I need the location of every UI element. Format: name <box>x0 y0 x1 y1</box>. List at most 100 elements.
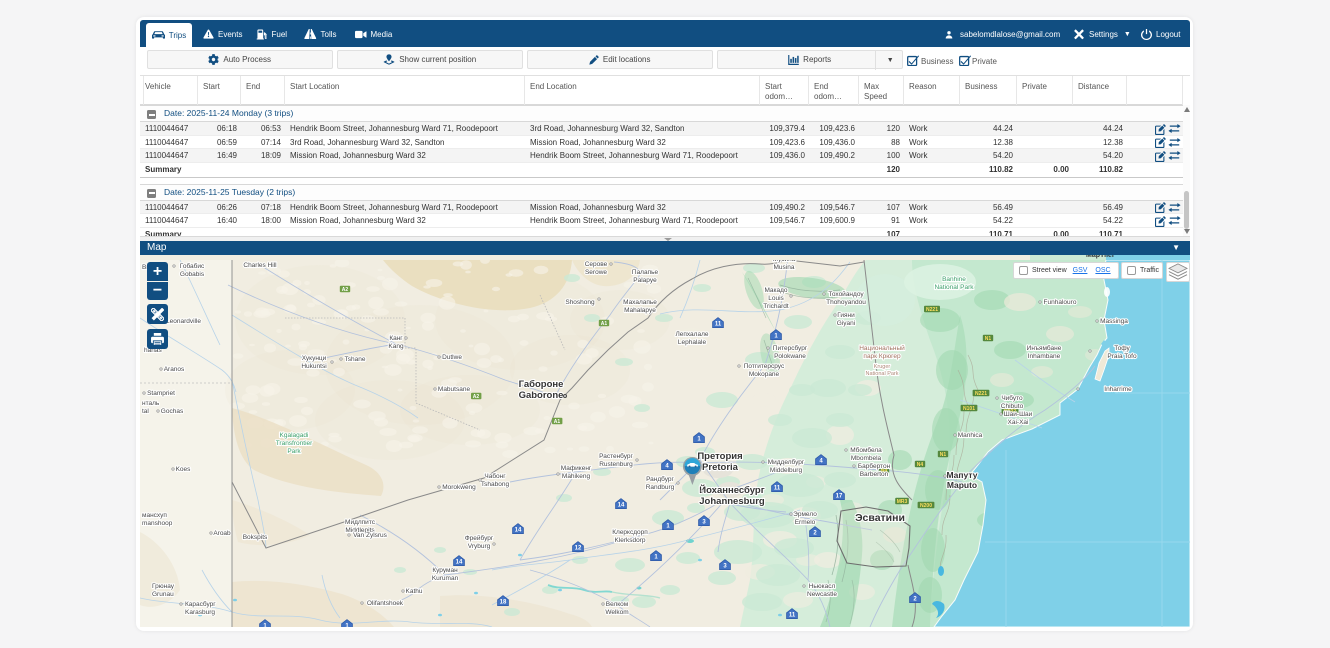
svg-text:tal: tal <box>142 408 149 415</box>
svg-text:Гобабис: Гобабис <box>180 262 205 270</box>
svg-text:Kruger: Kruger <box>874 364 891 370</box>
svg-text:Bokspits: Bokspits <box>243 534 268 541</box>
svg-text:N1: N1 <box>985 336 992 342</box>
svg-text:Thohoyandou: Thohoyandou <box>826 299 866 306</box>
svg-text:Pretoria: Pretoria <box>702 462 739 473</box>
svg-text:Transfrontier: Transfrontier <box>276 440 313 447</box>
svg-text:Musina: Musina <box>774 264 795 271</box>
svg-text:Shoshong: Shoshong <box>565 299 595 306</box>
svg-text:мансхуп: мансхуп <box>142 512 167 519</box>
svg-text:Мафикенг: Мафикенг <box>561 465 592 472</box>
svg-text:Чибуто: Чибуто <box>1001 394 1023 402</box>
svg-text:Мидделбург: Мидделбург <box>768 458 805 466</box>
svg-text:Рандбург: Рандбург <box>646 475 674 483</box>
svg-text:Xai-Xai: Xai-Xai <box>1008 419 1029 426</box>
svg-text:Maputo: Maputo <box>947 480 977 490</box>
svg-text:A2: A2 <box>342 287 349 293</box>
svg-text:Национальный: Национальный <box>859 344 905 352</box>
svg-text:Kuruman: Kuruman <box>432 575 459 582</box>
svg-text:Palapye: Palapye <box>633 277 657 284</box>
svg-text:Mabutsane: Mabutsane <box>438 386 471 393</box>
svg-text:A2: A2 <box>473 394 480 400</box>
svg-text:Olifantshoek: Olifantshoek <box>367 600 404 607</box>
svg-text:Mahalapye: Mahalapye <box>624 307 656 314</box>
svg-text:Гияни: Гияни <box>837 312 855 319</box>
svg-text:Lephalale: Lephalale <box>678 339 707 346</box>
svg-text:Инъямбане: Инъямбане <box>1027 344 1062 352</box>
svg-text:14: 14 <box>515 528 522 534</box>
svg-text:Эрмело: Эрмело <box>793 511 817 518</box>
svg-text:Banhine: Banhine <box>942 276 966 283</box>
svg-text:Kang: Kang <box>388 343 404 350</box>
svg-text:Newcastle: Newcastle <box>807 591 837 598</box>
svg-text:Hukuntsi: Hukuntsi <box>301 363 326 370</box>
svg-text:Габороне: Габороне <box>519 379 564 390</box>
svg-text:Aroab: Aroab <box>213 530 231 537</box>
svg-text:N200: N200 <box>920 503 932 509</box>
svg-text:Middelburg: Middelburg <box>770 467 803 474</box>
svg-text:Макадо: Макадо <box>764 287 787 294</box>
svg-text:14: 14 <box>456 560 463 566</box>
svg-text:18: 18 <box>500 600 507 606</box>
svg-text:Палапье: Палапье <box>632 269 659 276</box>
svg-text:N221: N221 <box>926 307 938 313</box>
svg-text:Ermelo: Ermelo <box>795 519 816 526</box>
svg-text:12: 12 <box>575 546 582 552</box>
svg-text:Карасбург: Карасбург <box>185 600 216 608</box>
svg-text:A1: A1 <box>554 419 561 425</box>
svg-text:Morokweng: Morokweng <box>442 484 476 491</box>
svg-text:Ньюкасл: Ньюкасл <box>809 583 836 590</box>
svg-text:Inhambane: Inhambane <box>1028 353 1061 360</box>
svg-text:N221: N221 <box>975 391 987 397</box>
svg-text:Praia Tofo: Praia Tofo <box>1107 353 1137 360</box>
svg-text:Tshane: Tshane <box>345 356 366 363</box>
svg-text:Растенбург: Растенбург <box>599 452 633 460</box>
svg-text:N1: N1 <box>940 452 947 458</box>
svg-text:Хукунци: Хукунци <box>302 355 327 362</box>
svg-text:Мбомбела: Мбомбела <box>850 446 882 454</box>
svg-text:Inharrime: Inharrime <box>1104 386 1132 393</box>
svg-text:Welkom: Welkom <box>605 609 628 616</box>
svg-text:Махалапье: Махалапье <box>623 299 657 306</box>
svg-text:Aranos: Aranos <box>164 366 185 373</box>
svg-text:Йоханнесбург: Йоханнесбург <box>699 484 764 496</box>
svg-text:Karasburg: Karasburg <box>185 609 215 616</box>
svg-text:A1: A1 <box>601 321 608 327</box>
svg-text:11: 11 <box>774 486 781 492</box>
svg-text:Tshabong: Tshabong <box>481 481 510 488</box>
svg-text:Mokopane: Mokopane <box>749 371 780 378</box>
svg-text:Канг: Канг <box>389 335 403 342</box>
svg-text:Питерсбург: Питерсбург <box>773 344 808 352</box>
svg-text:11: 11 <box>715 322 722 328</box>
svg-text:Leonardville: Leonardville <box>166 318 201 325</box>
svg-text:14: 14 <box>618 503 625 509</box>
svg-text:Тохойандоу: Тохойандоу <box>828 290 864 298</box>
svg-text:Мидлпитс: Мидлпитс <box>345 519 376 526</box>
svg-text:Rustenburg: Rustenburg <box>599 461 633 468</box>
svg-text:11: 11 <box>789 613 796 619</box>
svg-text:National Park: National Park <box>865 371 898 377</box>
svg-text:Потгитерсрус: Потгитерсрус <box>744 363 785 370</box>
svg-text:Мусина: Мусина <box>773 260 796 263</box>
svg-text:Charles Hill: Charles Hill <box>243 262 277 269</box>
svg-text:Klerksdorp: Klerksdorp <box>614 537 645 544</box>
svg-text:Gobabis: Gobabis <box>180 271 205 278</box>
svg-text:Mahikeng: Mahikeng <box>562 473 591 480</box>
svg-text:Van Zylsrus: Van Zylsrus <box>353 532 388 539</box>
svg-text:Giyani: Giyani <box>837 320 855 327</box>
svg-text:N4: N4 <box>917 462 924 468</box>
svg-text:National Park: National Park <box>934 284 974 291</box>
svg-text:Serowe: Serowe <box>585 269 607 276</box>
svg-text:Куруман: Куруман <box>432 567 458 574</box>
svg-text:Барбертон: Барбертон <box>858 462 891 470</box>
svg-text:Massinga: Massinga <box>1100 318 1128 325</box>
svg-text:Грюнау: Грюнау <box>152 583 175 590</box>
svg-text:парк Крюгер: парк Крюгер <box>863 353 901 360</box>
svg-text:Dutlwe: Dutlwe <box>442 354 462 361</box>
svg-text:Gochas: Gochas <box>161 408 184 415</box>
svg-text:Серове: Серове <box>585 261 608 268</box>
svg-text:Эсватини: Эсватини <box>855 512 905 524</box>
svg-text:N101: N101 <box>963 406 975 412</box>
svg-text:Louis: Louis <box>768 295 784 302</box>
svg-text:manshoop: manshoop <box>142 520 173 527</box>
